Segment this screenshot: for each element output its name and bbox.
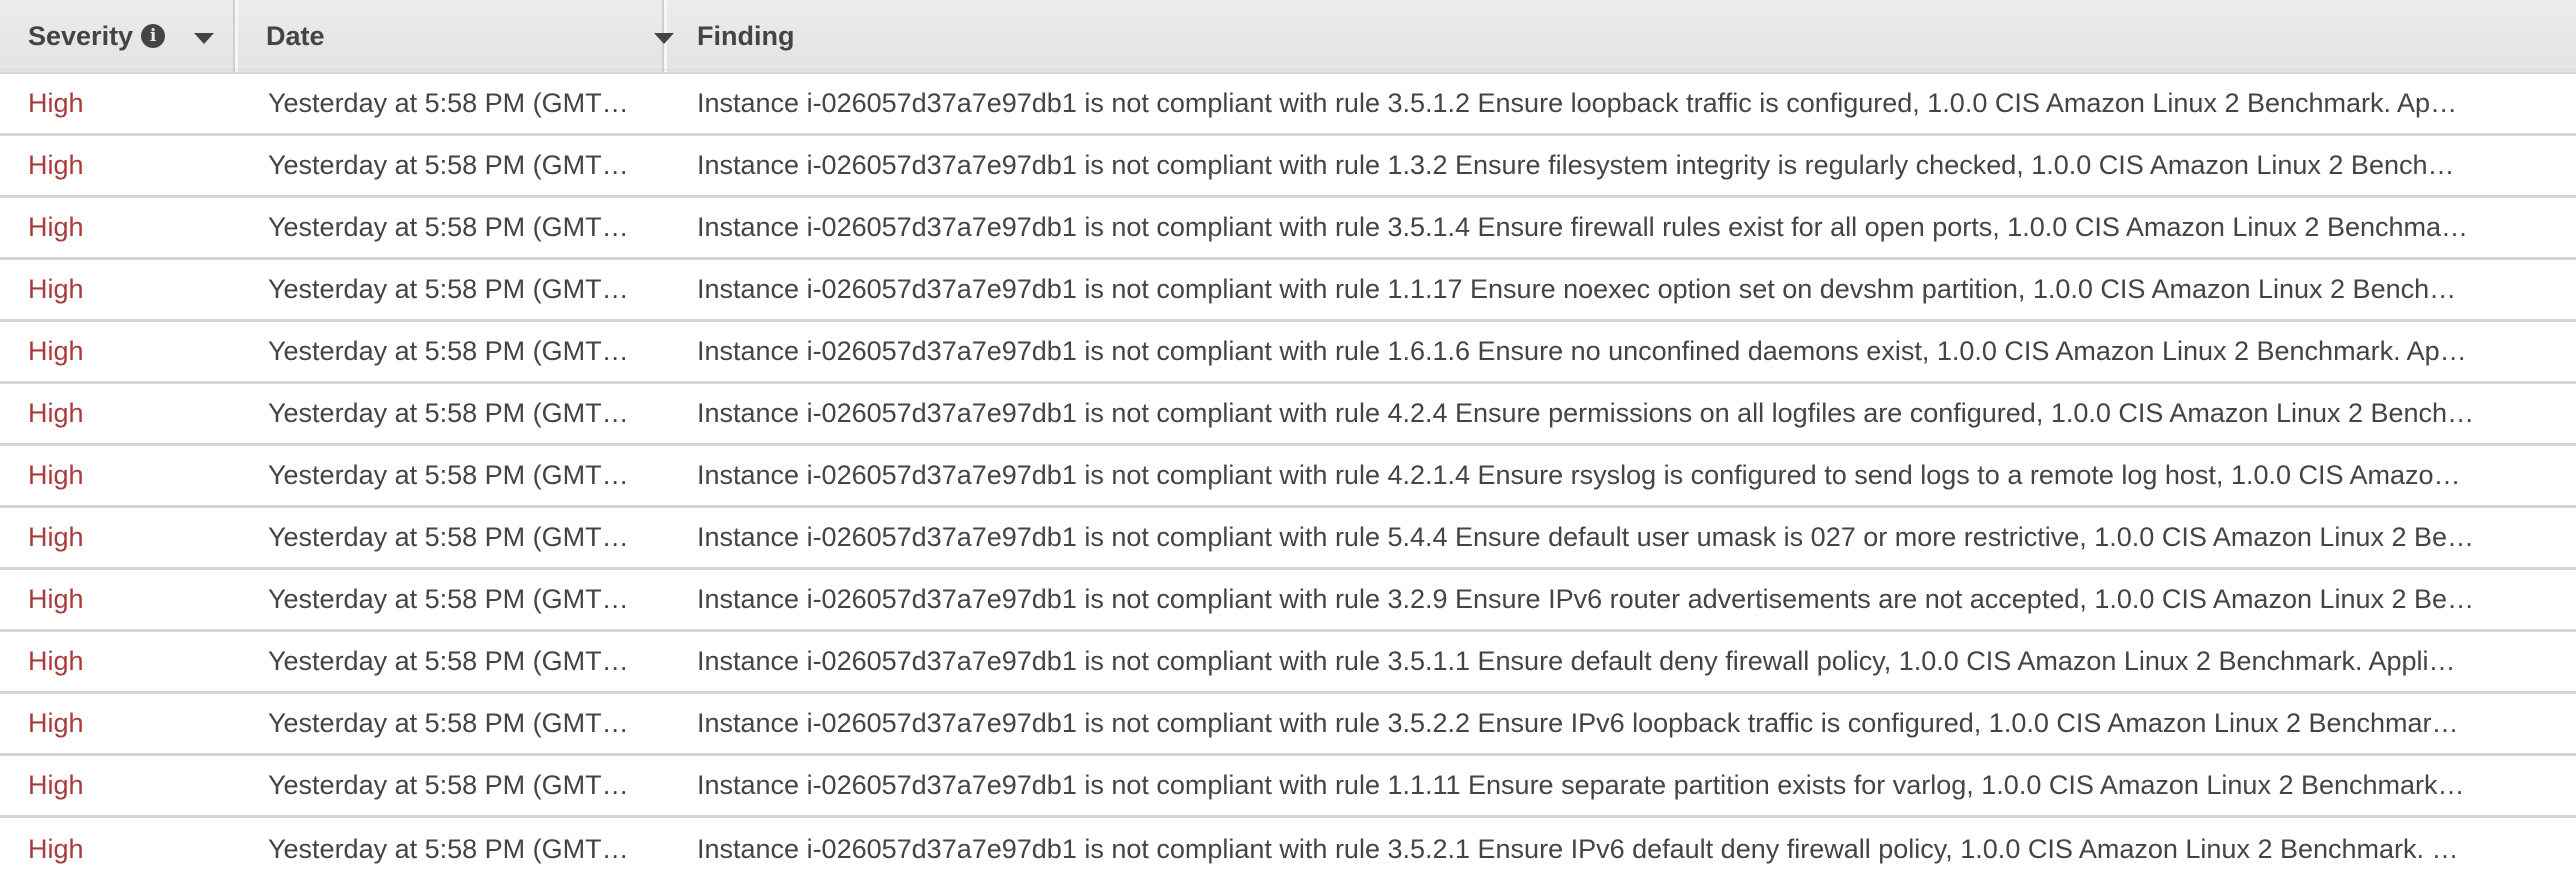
date-cell: Yesterday at 5:58 PM (GMT… xyxy=(268,398,629,428)
severity-cell: High xyxy=(28,274,84,304)
date-cell: Yesterday at 5:58 PM (GMT… xyxy=(268,88,629,118)
column-header-severity-label: Severity xyxy=(28,20,134,51)
finding-cell[interactable]: Instance i-026057d37a7e97db1 is not comp… xyxy=(667,398,2542,429)
table-row[interactable]: High Yesterday at 5:58 PM (GMT… Instance… xyxy=(0,384,2576,446)
finding-cell[interactable]: Instance i-026057d37a7e97db1 is not comp… xyxy=(667,212,2542,243)
column-header-finding[interactable]: Finding xyxy=(667,0,2576,72)
finding-cell[interactable]: Instance i-026057d37a7e97db1 is not comp… xyxy=(667,770,2542,801)
date-cell: Yesterday at 5:58 PM (GMT… xyxy=(268,646,629,676)
date-cell: Yesterday at 5:58 PM (GMT… xyxy=(268,150,629,180)
finding-cell[interactable]: Instance i-026057d37a7e97db1 is not comp… xyxy=(667,708,2542,739)
date-cell: Yesterday at 5:58 PM (GMT… xyxy=(268,336,629,366)
column-header-severity[interactable]: Severity i xyxy=(0,0,238,72)
finding-cell[interactable]: Instance i-026057d37a7e97db1 is not comp… xyxy=(667,88,2542,119)
date-cell: Yesterday at 5:58 PM (GMT… xyxy=(268,212,629,242)
date-cell: Yesterday at 5:58 PM (GMT… xyxy=(268,460,629,490)
severity-cell: High xyxy=(28,336,84,366)
finding-cell[interactable]: Instance i-026057d37a7e97db1 is not comp… xyxy=(667,646,2542,677)
info-icon[interactable]: i xyxy=(141,24,166,48)
severity-cell: High xyxy=(28,584,84,614)
table-body: High Yesterday at 5:58 PM (GMT… Instance… xyxy=(0,74,2576,880)
table-row[interactable]: High Yesterday at 5:58 PM (GMT… Instance… xyxy=(0,446,2576,508)
findings-table: Severity i Date Finding High Yesterday a… xyxy=(0,0,2576,880)
finding-cell[interactable]: Instance i-026057d37a7e97db1 is not comp… xyxy=(667,834,2542,865)
sort-caret-down-icon[interactable] xyxy=(194,33,214,44)
table-row[interactable]: High Yesterday at 5:58 PM (GMT… Instance… xyxy=(0,198,2576,260)
finding-cell[interactable]: Instance i-026057d37a7e97db1 is not comp… xyxy=(667,150,2542,181)
table-row[interactable]: High Yesterday at 5:58 PM (GMT… Instance… xyxy=(0,508,2576,570)
table-row[interactable]: High Yesterday at 5:58 PM (GMT… Instance… xyxy=(0,74,2576,136)
table-row[interactable]: High Yesterday at 5:58 PM (GMT… Instance… xyxy=(0,632,2576,694)
severity-cell: High xyxy=(28,522,84,552)
table-row[interactable]: High Yesterday at 5:58 PM (GMT… Instance… xyxy=(0,694,2576,756)
severity-cell: High xyxy=(28,646,84,676)
table-row[interactable]: High Yesterday at 5:58 PM (GMT… Instance… xyxy=(0,260,2576,322)
date-cell: Yesterday at 5:58 PM (GMT… xyxy=(268,522,629,552)
table-row[interactable]: High Yesterday at 5:58 PM (GMT… Instance… xyxy=(0,136,2576,198)
severity-cell: High xyxy=(28,150,84,180)
table-row[interactable]: High Yesterday at 5:58 PM (GMT… Instance… xyxy=(0,818,2576,880)
severity-cell: High xyxy=(28,833,84,864)
severity-cell: High xyxy=(28,770,84,800)
severity-cell: High xyxy=(28,88,84,118)
column-header-date[interactable]: Date xyxy=(238,0,674,72)
finding-cell[interactable]: Instance i-026057d37a7e97db1 is not comp… xyxy=(667,274,2542,305)
date-cell: Yesterday at 5:58 PM (GMT… xyxy=(268,708,629,738)
date-cell: Yesterday at 5:58 PM (GMT… xyxy=(268,274,629,304)
severity-cell: High xyxy=(28,460,84,490)
finding-cell[interactable]: Instance i-026057d37a7e97db1 is not comp… xyxy=(667,522,2542,553)
finding-cell[interactable]: Instance i-026057d37a7e97db1 is not comp… xyxy=(667,460,2542,491)
date-cell: Yesterday at 5:58 PM (GMT… xyxy=(268,584,629,614)
table-row[interactable]: High Yesterday at 5:58 PM (GMT… Instance… xyxy=(0,322,2576,384)
column-header-finding-label: Finding xyxy=(697,20,795,51)
finding-cell[interactable]: Instance i-026057d37a7e97db1 is not comp… xyxy=(667,584,2542,615)
severity-cell: High xyxy=(28,708,84,738)
date-cell: Yesterday at 5:58 PM (GMT… xyxy=(268,833,629,864)
table-header: Severity i Date Finding xyxy=(0,0,2576,74)
severity-cell: High xyxy=(28,398,84,428)
table-row[interactable]: High Yesterday at 5:58 PM (GMT… Instance… xyxy=(0,756,2576,818)
date-cell: Yesterday at 5:58 PM (GMT… xyxy=(268,770,629,800)
finding-cell[interactable]: Instance i-026057d37a7e97db1 is not comp… xyxy=(667,336,2542,367)
column-header-date-label: Date xyxy=(266,20,325,51)
severity-cell: High xyxy=(28,212,84,242)
table-row[interactable]: High Yesterday at 5:58 PM (GMT… Instance… xyxy=(0,570,2576,632)
